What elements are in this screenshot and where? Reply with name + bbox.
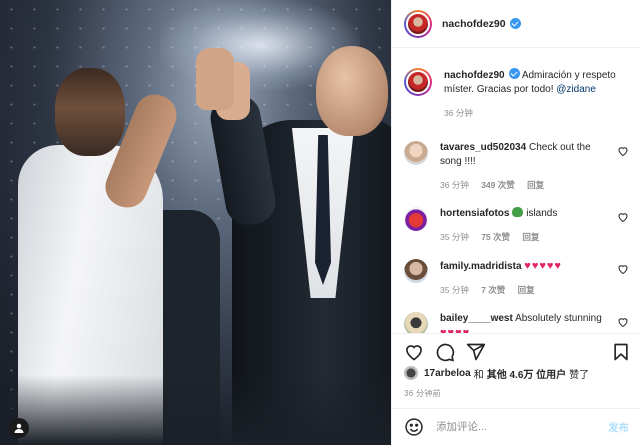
likes-and: 和: [473, 369, 484, 381]
verified-badge-icon: [509, 18, 521, 29]
comment-item: hortensiafotos islands 35 分钟 75 次赞 回复: [404, 207, 629, 243]
comment-likes[interactable]: 75 次赞: [481, 232, 510, 242]
heart-icon[interactable]: [617, 263, 629, 275]
author-avatar[interactable]: [404, 9, 432, 38]
man-head: [316, 46, 388, 136]
caption-mention[interactable]: @zidane: [556, 84, 596, 95]
frog-emoji-icon: [512, 207, 524, 217]
post-caption: nachofdez90 Admiración y respeto míster.…: [404, 48, 629, 119]
comment-text: Absolutely stunning: [515, 313, 602, 324]
liker-avatar[interactable]: [404, 366, 418, 380]
smiley-icon[interactable]: [404, 417, 424, 437]
comment-input[interactable]: [436, 421, 608, 433]
author-username[interactable]: nachofdez90: [442, 18, 506, 30]
player-hand: [196, 48, 234, 110]
comment-item: family.madridista ♥♥♥♥♥ 35 分钟 7 次赞 回复: [404, 259, 629, 296]
user-tag-icon[interactable]: [9, 418, 29, 438]
verified-badge-icon: [508, 68, 520, 79]
heart-icon[interactable]: [617, 211, 629, 223]
heart-emojis: ♥♥♥♥♥: [524, 260, 562, 272]
caption-username[interactable]: nachofdez90: [444, 70, 505, 81]
comment-likes[interactable]: 7 次赞: [481, 285, 505, 295]
likes-others[interactable]: 其他 4.6万 位用户: [487, 366, 566, 381]
caption-time: 36 分钟: [444, 108, 473, 118]
commenter-avatar[interactable]: [404, 141, 428, 165]
comment-item: bailey____west Absolutely stunning ♥♥♥♥: [404, 312, 629, 333]
comment-time: 36 分钟: [440, 180, 469, 190]
commenter-username[interactable]: bailey____west: [440, 313, 513, 324]
commenter-avatar[interactable]: [404, 312, 428, 333]
heart-icon[interactable]: [617, 316, 629, 328]
photo-floor-shadow: [0, 375, 391, 445]
comment-likes[interactable]: 349 次赞: [481, 180, 515, 190]
commenter-avatar[interactable]: [404, 259, 428, 283]
liker-username[interactable]: 17arbeloa: [424, 368, 471, 379]
heart-icon[interactable]: [617, 145, 629, 157]
commenter-username[interactable]: family.madridista: [440, 261, 522, 272]
post-comment-button[interactable]: 发布: [608, 420, 629, 435]
heart-icon[interactable]: [404, 342, 424, 362]
post-side-panel: nachofdez90 nachofdez90 Admiración y res…: [391, 0, 640, 445]
bookmark-icon[interactable]: [611, 342, 631, 362]
comment-icon[interactable]: [435, 342, 455, 362]
post-actions-bar: [392, 333, 640, 363]
commenter-avatar[interactable]: [404, 207, 428, 231]
likes-summary: 17arbeloa 和 其他 4.6万 位用户 赞了: [404, 365, 634, 381]
caption-meta: 36 分钟: [444, 107, 629, 119]
comment-item: tavares_ud502034 Check out the song !!!!…: [404, 141, 629, 191]
commenter-username[interactable]: hortensiafotos: [440, 208, 509, 219]
likes-suffix: 赞了: [569, 369, 590, 381]
post-timestamp[interactable]: 36 分钟前: [404, 388, 441, 399]
post-photo[interactable]: [0, 0, 391, 445]
share-icon[interactable]: [466, 342, 486, 362]
commenter-username[interactable]: tavares_ud502034: [440, 142, 526, 153]
comment-time: 35 分钟: [440, 232, 469, 242]
comment-time: 35 分钟: [440, 285, 469, 295]
comment-text: islands: [526, 208, 558, 219]
reply-button[interactable]: 回复: [522, 232, 539, 242]
caption-avatar[interactable]: [404, 68, 432, 96]
reply-button[interactable]: 回复: [527, 180, 544, 190]
caption-text: nachofdez90 Admiración y respeto míster.…: [444, 68, 629, 97]
reply-button[interactable]: 回复: [518, 285, 535, 295]
player-head: [55, 68, 125, 156]
comments-list[interactable]: nachofdez90 Admiración y respeto míster.…: [392, 48, 640, 333]
post-header: nachofdez90: [392, 0, 640, 48]
add-comment-bar: 发布: [392, 408, 640, 445]
